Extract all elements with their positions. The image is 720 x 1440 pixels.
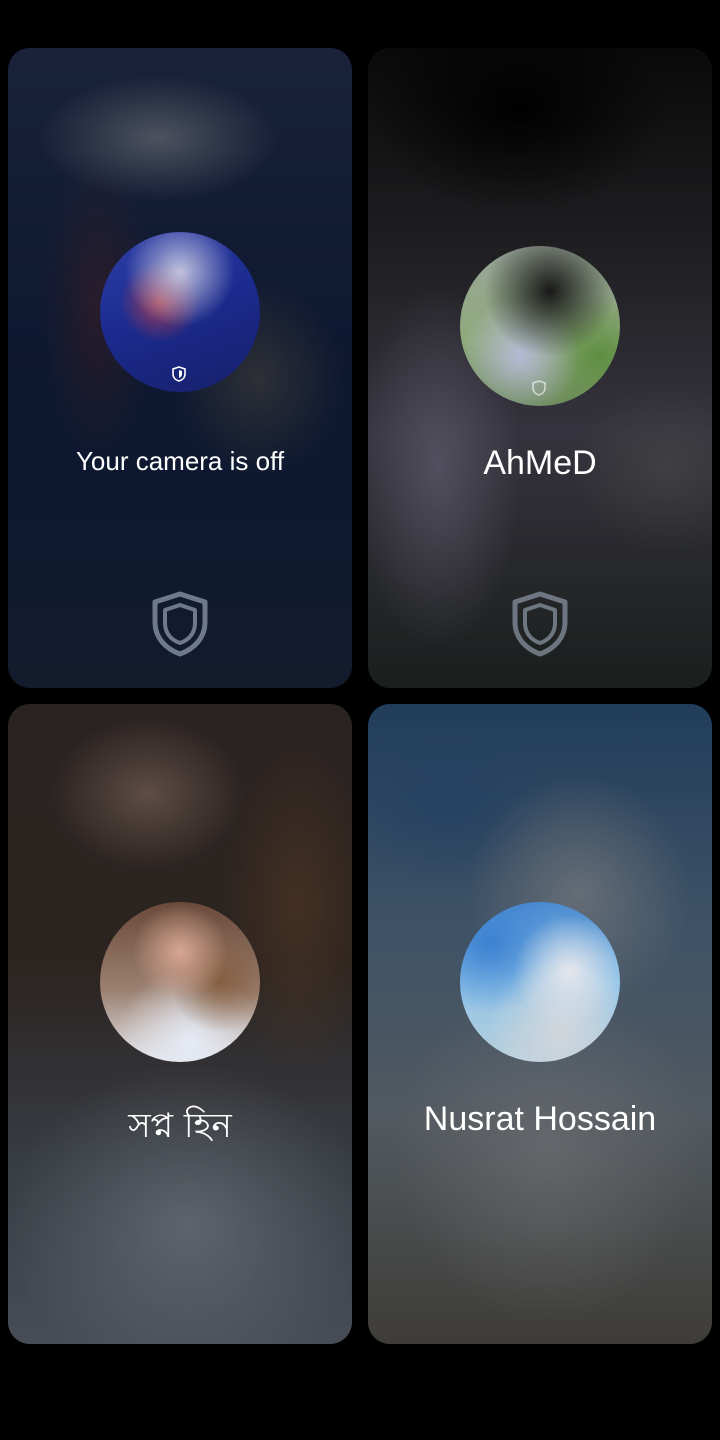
avatar [460, 246, 620, 406]
participant-name: AhMeD [483, 444, 597, 482]
shield-badge-icon [532, 380, 546, 396]
camera-off-label: Your camera is off [75, 446, 285, 476]
shield-badge-icon [172, 366, 186, 382]
participant-name: Nusrat Hossain [423, 1100, 657, 1138]
participant-tile-ahmed[interactable]: AhMeD [368, 48, 712, 688]
participant-tile-self[interactable]: Your camera is off [8, 48, 352, 688]
avatar [100, 902, 260, 1062]
avatar [460, 902, 620, 1062]
shield-icon [152, 591, 208, 657]
participant-tile-shopno-hin[interactable]: সপ্ন হিন [8, 704, 352, 1344]
avatar [100, 232, 260, 392]
shield-icon [512, 591, 568, 657]
participant-tile-nusrat-hossain[interactable]: Nusrat Hossain [368, 704, 712, 1344]
participant-name: সপ্ন হিন [128, 1106, 232, 1146]
